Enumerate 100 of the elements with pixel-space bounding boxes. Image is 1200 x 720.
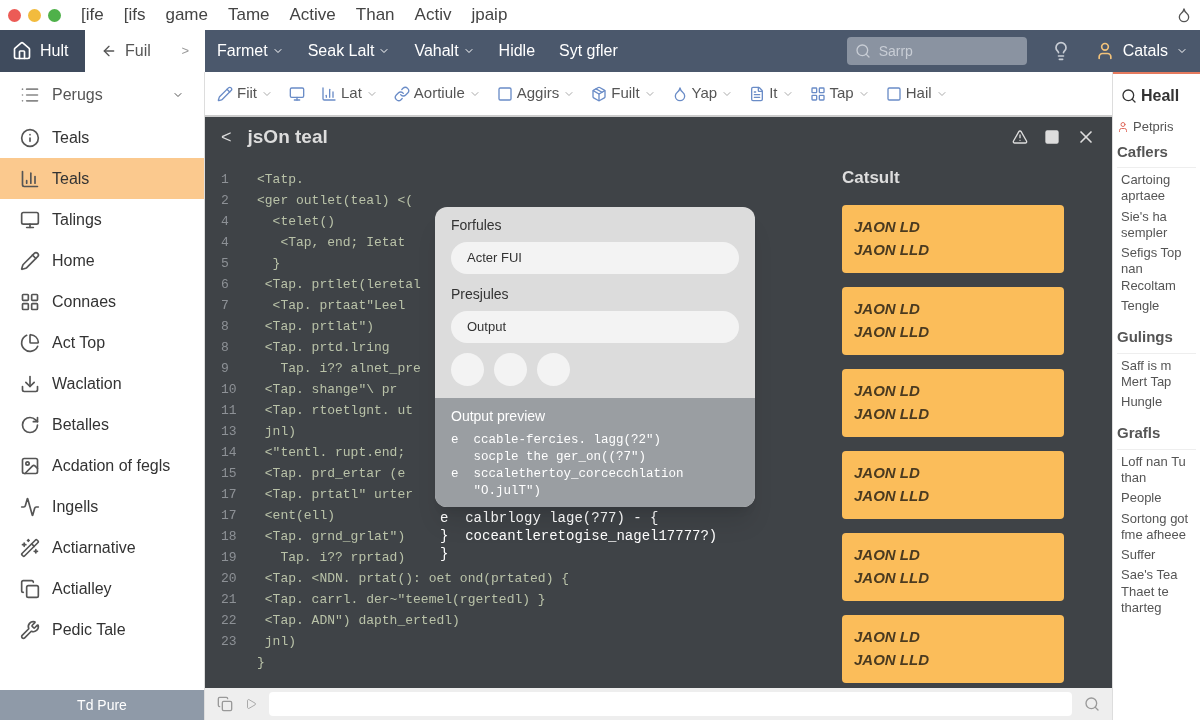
- sidebar-item[interactable]: Pedic Tale: [0, 609, 204, 650]
- output-card[interactable]: JAON LD JAON LLD: [842, 204, 1064, 273]
- stop-icon[interactable]: [1044, 129, 1060, 145]
- bullet-item[interactable]: Sie's ha sempler: [1117, 208, 1196, 241]
- toolbar-button[interactable]: Aortiule: [393, 82, 481, 105]
- sidebar-item[interactable]: Teals: [0, 158, 204, 199]
- line-number: 18: [221, 527, 238, 546]
- output-card[interactable]: JAON LD JAON LLD: [842, 286, 1064, 355]
- info-icon: [20, 127, 40, 148]
- bullet-item[interactable]: Cartoing aprtaee: [1117, 172, 1196, 205]
- code-line: <ent(ell): [263, 506, 335, 525]
- square-icon: [885, 85, 902, 102]
- line-number: 4: [221, 233, 230, 252]
- menu-item[interactable]: Activ: [414, 2, 452, 28]
- nav-menu[interactable]: Farmet: [217, 39, 284, 63]
- line-number: 19: [221, 548, 238, 567]
- grid-icon: [20, 291, 40, 312]
- pie-chart-icon: [20, 332, 40, 353]
- download-icon: [20, 373, 40, 394]
- bullet-item[interactable]: Sefigs Top nan Recoltam: [1117, 245, 1196, 294]
- panel-tab[interactable]: Heall: [1113, 72, 1200, 117]
- home-button[interactable]: Hult: [0, 30, 85, 72]
- menu-item[interactable]: jpaip: [471, 2, 508, 28]
- nav-menu[interactable]: Vahalt: [414, 39, 475, 63]
- sidebar-header[interactable]: Perugs: [0, 72, 204, 117]
- toolbar-button[interactable]: Fiit: [217, 82, 273, 105]
- toolbar-button[interactable]: Hail: [885, 82, 948, 105]
- sidebar-item[interactable]: Connaes: [0, 281, 204, 322]
- bullet-item[interactable]: Saff is m Mert Tap: [1117, 357, 1196, 390]
- sidebar-item[interactable]: Acdation of fegls: [0, 445, 204, 486]
- line-number: 23: [221, 632, 238, 651]
- line-number: 1: [221, 170, 230, 189]
- toolbar-button[interactable]: It: [749, 82, 794, 105]
- output-card[interactable]: JAON LD JAON LLD: [842, 368, 1064, 437]
- search-field[interactable]: Sarrp: [846, 37, 1027, 65]
- menu-item[interactable]: [ife: [81, 2, 104, 28]
- sidebar-item[interactable]: Ingells: [0, 486, 204, 527]
- toolbar-button[interactable]: Lat: [321, 82, 378, 105]
- line-number: 5: [221, 254, 230, 273]
- output-card[interactable]: JAON LD JAON LLD: [842, 532, 1064, 601]
- bullet-item[interactable]: Suffer: [1117, 547, 1196, 564]
- field-label: Presjules: [451, 285, 510, 304]
- line-number: 14: [221, 443, 238, 462]
- text-field[interactable]: Acter FUI: [451, 242, 739, 274]
- sidebar-item[interactable]: Betalles: [0, 404, 204, 445]
- bullet-item[interactable]: Tengle: [1117, 297, 1196, 314]
- user-menu[interactable]: Catals: [1094, 39, 1188, 63]
- sidebar-item[interactable]: Actiarnative: [0, 527, 204, 568]
- line-number: 17: [221, 506, 238, 525]
- menu-item[interactable]: Active: [289, 2, 336, 28]
- search-icon: [854, 43, 871, 59]
- sidebar-item[interactable]: Act Top: [0, 322, 204, 363]
- menu-item[interactable]: Than: [355, 2, 395, 28]
- pencil-icon: [217, 85, 233, 102]
- box-icon: [591, 85, 608, 102]
- toolbar-button[interactable]: [289, 85, 305, 102]
- sidebar-item[interactable]: Actialley: [0, 568, 204, 609]
- nav-menu[interactable]: Seak Lalt: [307, 39, 391, 63]
- pencil-icon: [20, 250, 40, 271]
- nav-menu[interactable]: Syt gfler: [559, 39, 618, 63]
- warning-icon[interactable]: [1012, 129, 1028, 145]
- toolbar-button[interactable]: Tap: [809, 82, 870, 105]
- toolbar-button[interactable]: Yap: [671, 82, 734, 105]
- toolbar-button[interactable]: Aggirs: [496, 82, 576, 105]
- nav-menu[interactable]: Hidle: [498, 39, 536, 63]
- output-card[interactable]: JAON LD JAON LLD: [842, 614, 1064, 683]
- search-icon[interactable]: [1084, 696, 1100, 712]
- bullet-item[interactable]: Hungle: [1117, 394, 1196, 411]
- code-line: <Tap. carrl. der~"teemel(rgertedl) }: [263, 590, 546, 609]
- back-button[interactable]: <: [221, 123, 232, 151]
- code-line: jnl): [263, 632, 296, 651]
- bullet-item[interactable]: Loff nan Tu than: [1117, 453, 1196, 487]
- bullet-item[interactable]: Sortong got fme afheee: [1117, 510, 1196, 543]
- refresh-icon: [20, 414, 40, 435]
- line-number: 13: [221, 422, 238, 441]
- back-tab[interactable]: Fuil >: [85, 30, 205, 72]
- code-line: <Tap. prd_ertar (e: [263, 464, 406, 483]
- bullet-item[interactable]: People: [1117, 490, 1196, 507]
- line-number: 7: [221, 296, 230, 315]
- menu-item[interactable]: game: [165, 2, 208, 28]
- square-icon: [496, 85, 513, 102]
- copy-icon[interactable]: [217, 696, 233, 712]
- wrench-icon: [20, 619, 40, 640]
- text-field[interactable]: Output: [451, 311, 739, 343]
- output-card[interactable]: JAON LD JAON LLD: [842, 450, 1064, 519]
- bullet-item[interactable]: Sae's Tea Thaet te tharteg: [1117, 567, 1196, 616]
- toolbar-button[interactable]: Fuilt: [591, 82, 656, 105]
- drop-icon[interactable]: [1176, 7, 1192, 23]
- sidebar-item[interactable]: Home: [0, 240, 204, 281]
- sidebar-item[interactable]: Waclation: [0, 363, 204, 404]
- line-number: 10: [221, 380, 238, 399]
- menu-item[interactable]: [ifs: [123, 2, 146, 28]
- code-line: <Tap. rtoetlgnt. ut: [263, 401, 414, 420]
- code-line: }: [440, 545, 449, 563]
- sidebar-item[interactable]: Teals: [0, 117, 204, 158]
- image-icon: [20, 455, 40, 476]
- sidebar-item[interactable]: Talings: [0, 199, 204, 240]
- bar-chart-icon: [321, 85, 337, 102]
- menu-item[interactable]: Tame: [227, 2, 270, 28]
- play-icon[interactable]: [245, 698, 257, 710]
